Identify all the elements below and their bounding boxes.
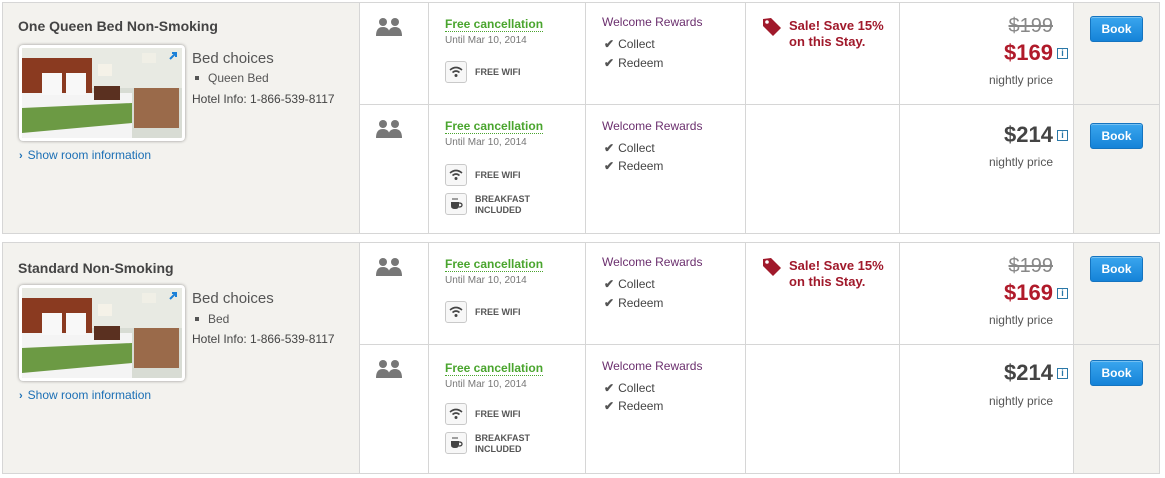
wifi-icon xyxy=(449,169,463,180)
original-price: $199 xyxy=(1008,255,1054,277)
nightly-price-label: nightly price xyxy=(988,155,1053,169)
info-icon[interactable]: i xyxy=(1057,368,1068,379)
guests-icon xyxy=(376,120,402,138)
checkmark-icon: ✔ xyxy=(604,277,615,291)
checkmark-icon: ✔ xyxy=(604,296,615,310)
info-icon[interactable]: i xyxy=(1057,48,1068,59)
room-info-panel: One Queen Bed Non-Smoking Bed choices Qu… xyxy=(3,3,360,233)
wifi-icon xyxy=(449,306,463,317)
amenity-breakfast: BREAKFAST INCLUDED xyxy=(445,432,585,456)
expand-arrow-icon[interactable] xyxy=(167,290,179,302)
show-room-information-link[interactable]: › Show room information xyxy=(19,148,151,162)
price: $214 xyxy=(1004,122,1053,147)
checkmark-icon: ✔ xyxy=(604,381,615,395)
info-icon[interactable]: i xyxy=(1057,288,1068,299)
sale-price: $169 xyxy=(1004,40,1053,65)
chevron-right-icon: › xyxy=(19,150,23,162)
guests-icon xyxy=(376,258,402,276)
room-card: Standard Non-Smoking Bed choices Bed Hot… xyxy=(2,242,1160,474)
rewards-collect: ✔ Collect xyxy=(604,277,655,291)
welcome-rewards-label: Welcome Rewards xyxy=(602,15,703,29)
bed-type: Bed xyxy=(195,312,229,326)
room-photo[interactable] xyxy=(19,285,185,381)
guests-icon xyxy=(376,360,402,378)
sale-tag-icon xyxy=(763,18,781,36)
nightly-price-label: nightly price xyxy=(988,394,1053,408)
original-price: $199 xyxy=(1008,15,1054,37)
amenity-wifi: FREE WIFI xyxy=(445,164,585,188)
nightly-price-label: nightly price xyxy=(988,73,1053,87)
free-cancellation-link[interactable]: Free cancellation xyxy=(445,17,544,32)
bed-choices-label: Bed choices xyxy=(192,290,274,307)
guests-icon xyxy=(376,18,402,36)
coffee-cup-icon xyxy=(451,437,463,448)
room-photo[interactable] xyxy=(19,45,185,141)
book-button[interactable]: Book xyxy=(1090,123,1143,149)
amenity-wifi: FREE WIFI xyxy=(445,301,585,325)
rewards-collect: ✔ Collect xyxy=(604,381,655,395)
cancellation-deadline: Until Mar 10, 2014 xyxy=(445,275,527,286)
book-button[interactable]: Book xyxy=(1090,16,1143,42)
bed-type: Queen Bed xyxy=(195,71,269,85)
cancellation-deadline: Until Mar 10, 2014 xyxy=(445,137,527,148)
free-cancellation-link[interactable]: Free cancellation xyxy=(445,119,544,134)
price: $214 xyxy=(1004,360,1053,385)
checkmark-icon: ✔ xyxy=(604,56,615,70)
chevron-right-icon: › xyxy=(19,390,23,402)
checkmark-icon: ✔ xyxy=(604,141,615,155)
room-title: One Queen Bed Non-Smoking xyxy=(18,18,218,34)
wifi-icon xyxy=(449,408,463,419)
free-cancellation-link[interactable]: Free cancellation xyxy=(445,257,544,272)
cancellation-deadline: Until Mar 10, 2014 xyxy=(445,35,527,46)
amenity-wifi: FREE WIFI xyxy=(445,403,585,427)
rewards-collect: ✔ Collect xyxy=(604,37,655,51)
welcome-rewards-label: Welcome Rewards xyxy=(602,255,703,269)
sale-message: Sale! Save 15% on this Stay. xyxy=(789,258,884,289)
bullet-icon xyxy=(195,75,199,80)
hotel-info: Hotel Info: 1-866-539-8117 xyxy=(192,92,335,106)
wifi-icon xyxy=(449,66,463,77)
checkmark-icon: ✔ xyxy=(604,37,615,51)
nightly-price-label: nightly price xyxy=(988,313,1053,327)
room-card: One Queen Bed Non-Smoking Bed choices Qu… xyxy=(2,2,1160,234)
cancellation-deadline: Until Mar 10, 2014 xyxy=(445,379,527,390)
welcome-rewards-label: Welcome Rewards xyxy=(602,119,703,133)
coffee-cup-icon xyxy=(451,198,463,209)
welcome-rewards-label: Welcome Rewards xyxy=(602,359,703,373)
room-info-panel: Standard Non-Smoking Bed choices Bed Hot… xyxy=(3,243,360,473)
info-icon[interactable]: i xyxy=(1057,130,1068,141)
rewards-redeem: ✔ Redeem xyxy=(604,399,664,413)
rate-row: Free cancellation Until Mar 10, 2014 FRE… xyxy=(360,3,1159,105)
amenity-breakfast: BREAKFAST INCLUDED xyxy=(445,193,585,217)
amenity-wifi: FREE WIFI xyxy=(445,61,585,85)
show-room-information-link[interactable]: › Show room information xyxy=(19,388,151,402)
room-title: Standard Non-Smoking xyxy=(18,260,174,276)
hotel-info: Hotel Info: 1-866-539-8117 xyxy=(192,332,335,346)
rewards-redeem: ✔ Redeem xyxy=(604,296,664,310)
checkmark-icon: ✔ xyxy=(604,399,615,413)
rewards-redeem: ✔ Redeem xyxy=(604,159,664,173)
rate-row: Free cancellation Until Mar 10, 2014 FRE… xyxy=(360,345,1159,473)
checkmark-icon: ✔ xyxy=(604,159,615,173)
bullet-icon xyxy=(195,316,199,321)
sale-price: $169 xyxy=(1004,280,1053,305)
bed-choices-label: Bed choices xyxy=(192,50,274,67)
rate-row: Free cancellation Until Mar 10, 2014 FRE… xyxy=(360,243,1159,345)
book-button[interactable]: Book xyxy=(1090,360,1143,386)
sale-message: Sale! Save 15% on this Stay. xyxy=(789,18,884,49)
book-button[interactable]: Book xyxy=(1090,256,1143,282)
rewards-collect: ✔ Collect xyxy=(604,141,655,155)
rate-row: Free cancellation Until Mar 10, 2014 FRE… xyxy=(360,105,1159,233)
free-cancellation-link[interactable]: Free cancellation xyxy=(445,361,544,376)
expand-arrow-icon[interactable] xyxy=(167,50,179,62)
rewards-redeem: ✔ Redeem xyxy=(604,56,664,70)
sale-tag-icon xyxy=(763,258,781,276)
